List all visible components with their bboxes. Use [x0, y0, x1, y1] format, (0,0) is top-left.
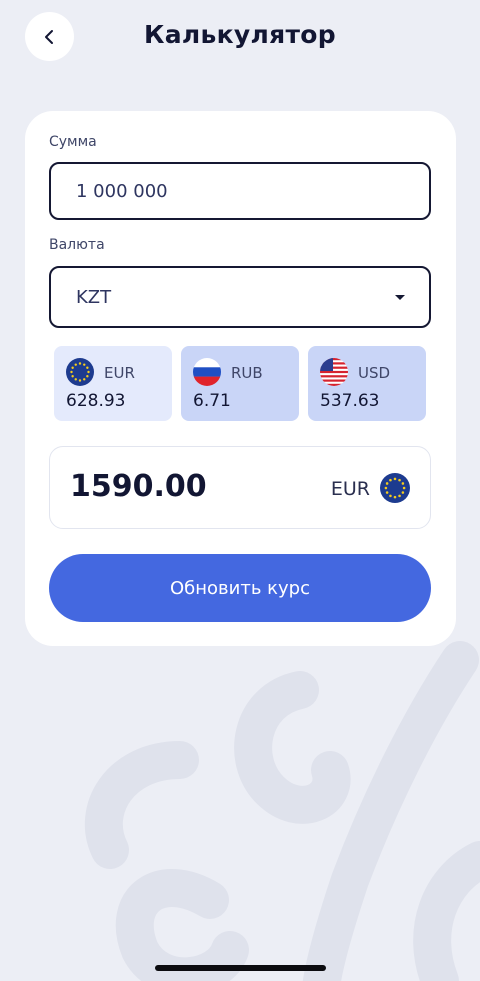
rate-value: 537.63 [320, 391, 380, 411]
rate-code: USD [358, 364, 391, 382]
eu-flag-icon [380, 473, 410, 503]
caret-down-icon [395, 295, 405, 300]
update-rate-button[interactable]: Обновить курс [49, 554, 431, 622]
currency-select-value: KZT [76, 286, 112, 308]
currency-select[interactable]: KZT [49, 266, 431, 328]
eu-flag-icon [66, 358, 94, 386]
us-flag-icon [320, 358, 348, 386]
rate-code: EUR [104, 364, 135, 382]
rate-tile-rub[interactable]: RUB 6.71 [181, 346, 299, 421]
result-currency-code: EUR [330, 478, 370, 500]
result-value: 1590.00 [70, 469, 207, 504]
currency-label: Валюта [49, 237, 105, 253]
calculator-card: Сумма Валюта KZT EUR 628.93 [25, 111, 456, 646]
rate-code: RUB [231, 364, 263, 382]
rate-tile-eur[interactable]: EUR 628.93 [54, 346, 172, 421]
home-indicator [155, 965, 326, 971]
page-title: Калькулятор [144, 20, 336, 49]
rate-tile-usd[interactable]: USD 537.63 [308, 346, 426, 421]
amount-label: Сумма [49, 134, 97, 150]
amount-input[interactable] [49, 162, 431, 220]
rate-value: 6.71 [193, 391, 231, 411]
result-box: 1590.00 EUR [49, 446, 431, 529]
ru-flag-icon [193, 358, 221, 386]
rate-value: 628.93 [66, 391, 126, 411]
